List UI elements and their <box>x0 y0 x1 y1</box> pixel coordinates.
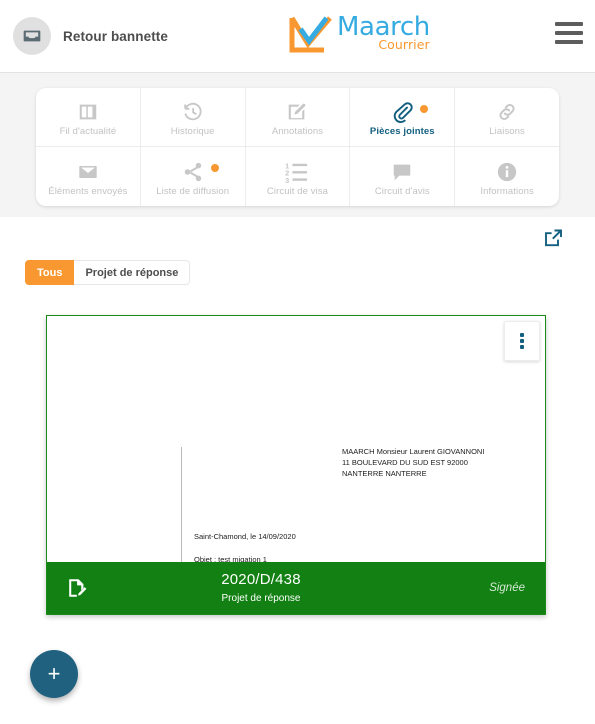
info-circle-icon <box>496 157 518 183</box>
comment-bubble-icon <box>391 157 413 183</box>
tab-label: Éléments envoyés <box>48 185 128 197</box>
tab-annotations[interactable]: Annotations <box>246 88 351 146</box>
tab-elements-envoyes[interactable]: Éléments envoyés <box>36 147 141 206</box>
tabs-row-2: Éléments envoyés Liste de diffusion 1 2 <box>36 147 559 206</box>
tab-label: Fil d'actualité <box>59 126 117 137</box>
tab-liaisons[interactable]: Liaisons <box>455 88 559 146</box>
link-chain-icon <box>496 97 518 123</box>
share-nodes-icon <box>182 157 204 183</box>
hamburger-bar <box>555 31 583 35</box>
maarch-logo-mark <box>289 16 332 53</box>
hamburger-bar <box>555 22 583 26</box>
more-vertical-icon[interactable] <box>504 321 540 361</box>
back-to-basket-label: Retour bannette <box>63 28 169 44</box>
tab-historique[interactable]: Historique <box>141 88 246 146</box>
attachment-status-badge: Signée <box>489 582 525 594</box>
attachment-chrono-number: 2020/D/438 <box>221 570 301 588</box>
tab-informations[interactable]: Informations <box>455 147 559 206</box>
tabs-row-1: Fil d'actualité Historique Annotations P… <box>36 88 559 147</box>
open-in-new-icon[interactable] <box>541 226 565 250</box>
tab-label: Pièces jointes <box>369 126 435 137</box>
chip-projet-de-reponse[interactable]: Projet de réponse <box>74 260 191 285</box>
tabs-card: Fil d'actualité Historique Annotations P… <box>36 88 559 206</box>
columns-icon <box>77 97 99 123</box>
attachments-badge-dot <box>420 105 429 113</box>
tab-label: Historique <box>170 126 215 137</box>
attachment-type-label: Projet de réponse <box>221 592 301 604</box>
document-place-date: Saint-Chamond, le 14/09/2020 <box>194 532 296 541</box>
tab-liste-de-diffusion[interactable]: Liste de diffusion <box>141 147 246 206</box>
paperclip-icon <box>391 97 413 123</box>
tab-label: Annotations <box>271 126 324 137</box>
plus-icon: + <box>47 661 61 686</box>
app-root: Retour bannette Maarch Courrier Fil d'ac… <box>0 0 595 724</box>
menu-dot <box>520 333 524 337</box>
tab-pieces-jointes[interactable]: Pièces jointes <box>350 88 456 146</box>
tab-label: Circuit de visa <box>266 185 329 197</box>
attachment-card[interactable]: MAARCH Monsieur Laurent GIOVANNONI 11 BO… <box>46 315 546 615</box>
menu-dots <box>520 333 524 349</box>
chip-tous[interactable]: Tous <box>25 260 75 285</box>
inbox-tray-icon <box>13 17 51 55</box>
back-to-basket-button[interactable]: Retour bannette <box>13 17 168 55</box>
document-recipient-address: MAARCH Monsieur Laurent GIOVANNONI 11 BO… <box>342 447 485 478</box>
add-attachment-fab[interactable]: + <box>30 650 78 698</box>
tab-label: Informations <box>480 185 534 197</box>
menu-dot <box>520 345 524 349</box>
attachment-filter-chips: Tous Projet de réponse <box>25 260 191 285</box>
svg-text:3: 3 <box>286 176 290 183</box>
maarch-logo: Maarch Courrier <box>287 14 430 58</box>
tab-label: Liste de diffusion <box>156 185 230 197</box>
tab-label: Circuit d'avis <box>374 185 430 197</box>
menu-dot <box>520 339 524 343</box>
hamburger-menu-icon[interactable] <box>555 22 583 44</box>
tab-fil-dactualite[interactable]: Fil d'actualité <box>36 88 141 146</box>
diffusion-badge-dot <box>210 164 219 172</box>
document-subject: Objet : test migation 1 <box>194 555 267 562</box>
document-preview[interactable]: MAARCH Monsieur Laurent GIOVANNONI 11 BO… <box>47 316 545 562</box>
tab-circuit-davis[interactable]: Circuit d'avis <box>350 147 456 206</box>
hamburger-bar <box>555 40 583 44</box>
attachment-footer: 2020/D/438 Projet de réponse Signée <box>47 562 545 614</box>
app-header: Retour bannette Maarch Courrier <box>0 0 595 73</box>
envelope-icon <box>76 157 100 183</box>
document-margin-rule <box>181 447 182 562</box>
history-clock-icon <box>182 97 204 123</box>
attachment-identifier-block: 2020/D/438 Projet de réponse <box>87 571 435 605</box>
tab-label: Liaisons <box>489 126 525 137</box>
ordered-list-icon: 1 2 3 <box>285 157 309 183</box>
tab-circuit-de-visa[interactable]: 1 2 3 Circuit de visa <box>246 147 351 206</box>
pencil-edit-icon <box>286 97 308 123</box>
